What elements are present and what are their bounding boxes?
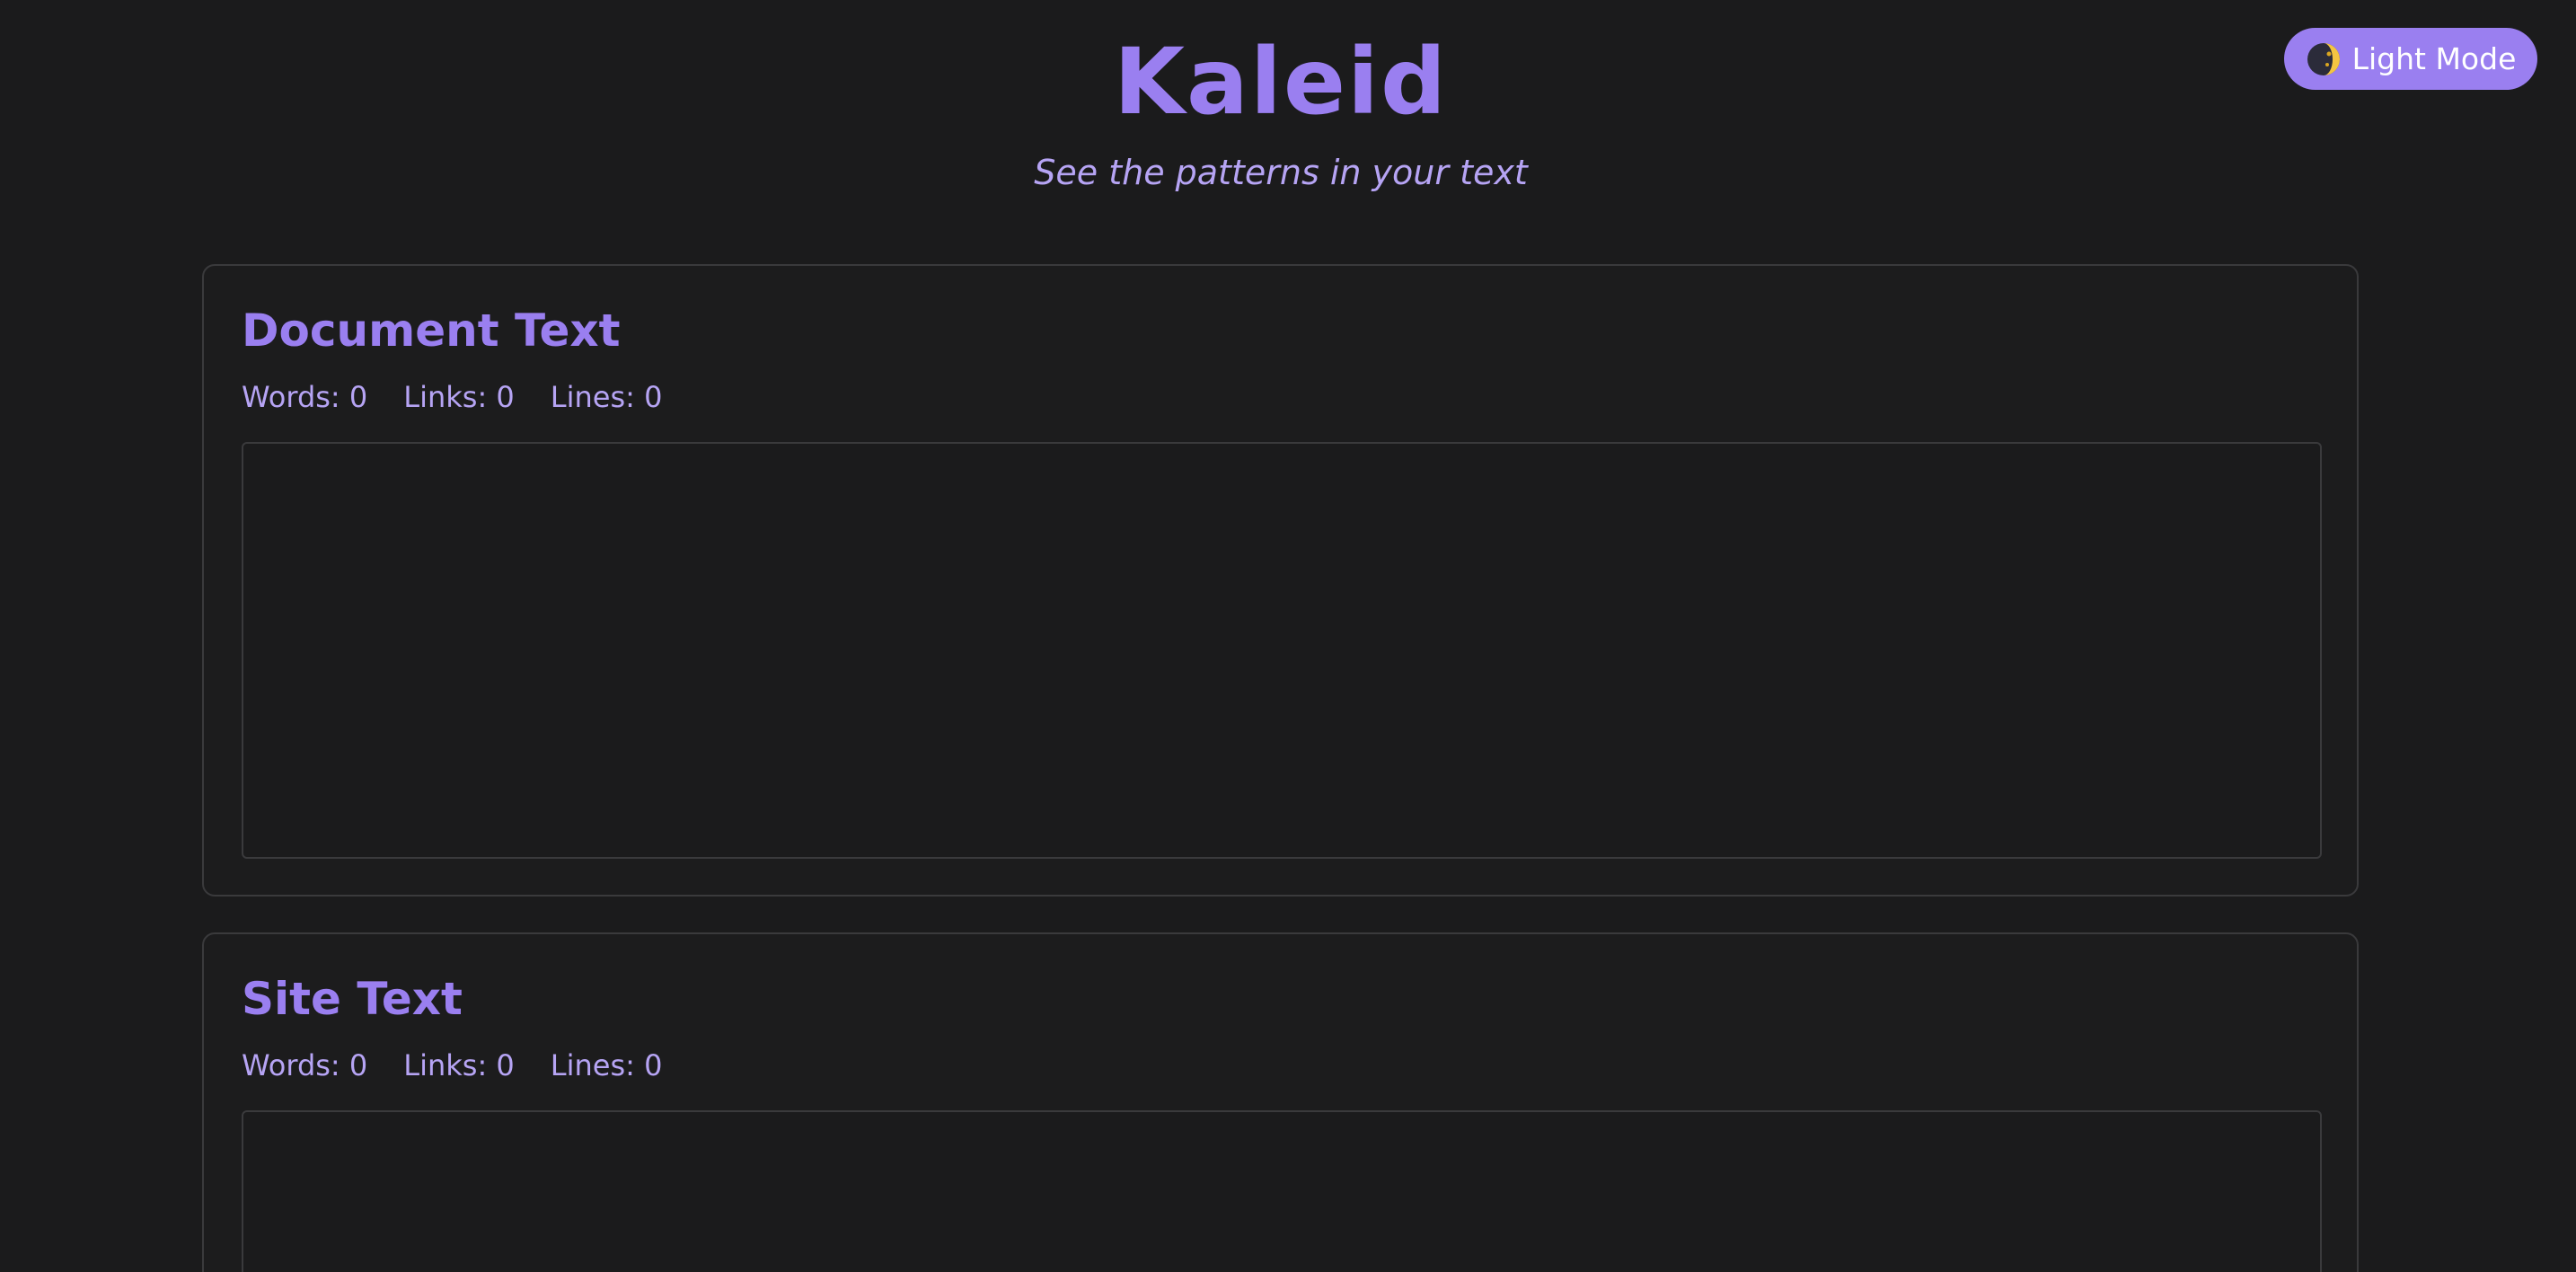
document-text-title: Document Text	[242, 305, 621, 357]
document-lines-count: Lines: 0	[550, 380, 663, 414]
document-links-count: Links: 0	[403, 380, 515, 414]
app-page: Kaleid See the patterns in your text Lig…	[0, 0, 2576, 1272]
site-links-count: Links: 0	[403, 1048, 515, 1082]
app-subtitle: See the patterns in your text	[1034, 153, 1528, 192]
theme-toggle-label: Light Mode	[2351, 41, 2517, 76]
site-text-input[interactable]	[242, 1110, 2322, 1272]
site-text-card: Site Text Words: 0 Links: 0 Lines: 0	[202, 932, 2359, 1272]
document-text-input[interactable]	[242, 442, 2322, 859]
site-lines-count: Lines: 0	[550, 1048, 663, 1082]
app-title: Kaleid	[1114, 29, 1448, 136]
site-text-stats: Words: 0 Links: 0 Lines: 0	[242, 1047, 662, 1083]
document-text-card: Document Text Words: 0 Links: 0 Lines: 0	[202, 264, 2359, 897]
theme-toggle-button[interactable]: Light Mode	[2284, 28, 2537, 90]
site-text-title: Site Text	[242, 973, 463, 1025]
document-words-count: Words: 0	[242, 380, 368, 414]
moon-icon	[2306, 41, 2342, 77]
document-text-stats: Words: 0 Links: 0 Lines: 0	[242, 379, 662, 415]
site-words-count: Words: 0	[242, 1048, 368, 1082]
